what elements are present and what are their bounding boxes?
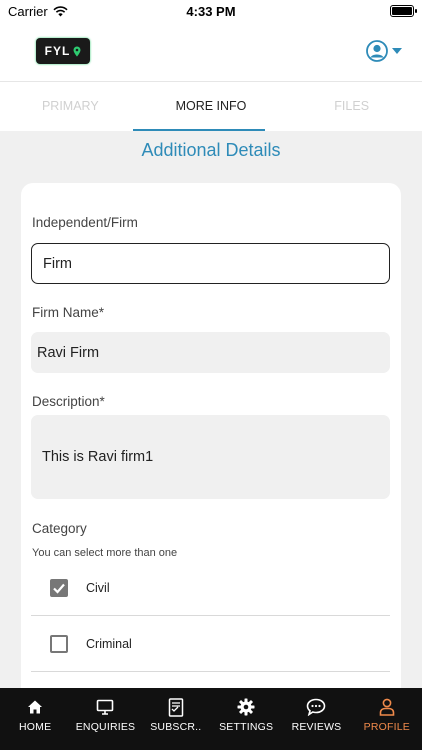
category-option-civil[interactable]: Civil [31,561,390,616]
document-icon [166,697,186,717]
chevron-down-icon [392,48,402,54]
monitor-icon [95,697,115,717]
chat-bubble-icon [306,697,326,717]
category-option-label: Civil [86,581,110,595]
details-card: Independent/Firm Firm Firm Name* Ravi Fi… [21,183,401,723]
tab-files[interactable]: FILES [281,82,422,131]
nav-label: SETTINGS [219,721,274,733]
independent-firm-select[interactable]: Firm [31,243,390,284]
wifi-icon [53,5,68,16]
category-label: Category [32,521,87,536]
independent-firm-label: Independent/Firm [32,215,138,230]
nav-settings[interactable]: SETTINGS [211,688,281,750]
location-pin-icon [73,46,81,56]
gear-icon [236,697,256,717]
description-label: Description* [32,394,105,409]
nav-label: REVIEWS [291,721,342,733]
nav-label: SUBSCR.. [150,721,202,733]
checkbox-checked[interactable] [50,579,68,597]
app-header: FYL [0,22,422,82]
tab-more-info[interactable]: MORE INFO [141,82,282,131]
nav-profile[interactable]: PROFILE [352,688,422,750]
battery-icon [390,5,417,17]
app-logo: FYL [36,38,90,64]
checkmark-icon [53,583,65,594]
checkbox-unchecked[interactable] [50,635,68,653]
status-bar: Carrier 4:33 PM [0,0,422,22]
nav-subscriptions[interactable]: SUBSCR.. [141,688,211,750]
account-menu-button[interactable] [366,40,402,62]
nav-label: ENQUIRIES [75,721,136,733]
tab-bar: PRIMARY MORE INFO FILES [0,82,422,131]
nav-enquiries[interactable]: ENQUIRIES [70,688,140,750]
nav-label: HOME [19,721,52,733]
firm-name-label: Firm Name* [32,305,105,320]
firm-name-input[interactable]: Ravi Firm [31,332,390,373]
nav-label: PROFILE [363,721,410,733]
person-icon [377,697,397,717]
category-hint: You can select more than one [32,547,178,559]
tab-primary[interactable]: PRIMARY [0,82,141,131]
description-textarea[interactable]: This is Ravi firm1 [31,415,390,499]
active-tab-indicator [133,129,265,131]
nav-home[interactable]: HOME [0,688,70,750]
status-left: Carrier [8,4,68,19]
logo-text: FYL [44,44,71,58]
section-title: Additional Details [141,140,281,160]
home-icon [25,697,45,717]
carrier-label: Carrier [8,3,48,19]
category-option-label: Criminal [86,637,132,651]
bottom-navigation: HOME ENQUIRIES SUBSCR.. SETTINGS REVIEWS… [0,688,422,750]
nav-reviews[interactable]: REVIEWS [281,688,351,750]
user-avatar-icon [366,40,388,62]
category-option-criminal[interactable]: Criminal [31,617,390,672]
